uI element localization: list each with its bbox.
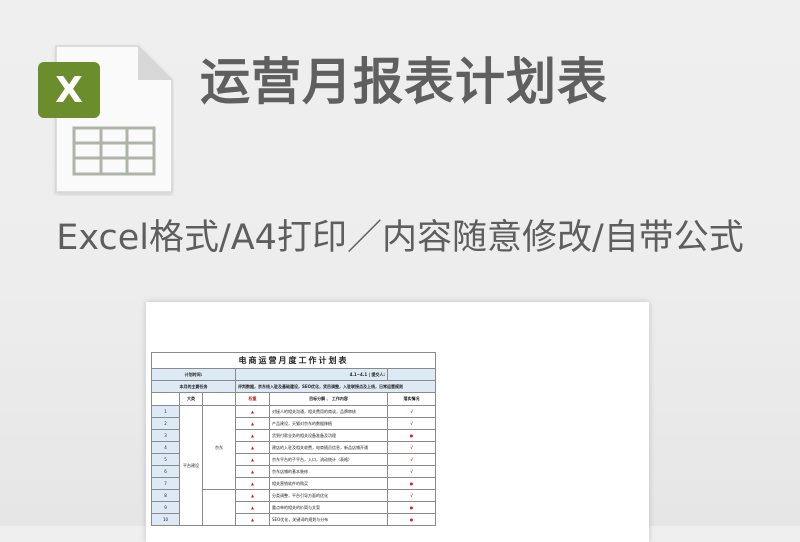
row-content: 建店的入驻及相关收费，电商随员信息，新品店铺开通 [269, 441, 388, 454]
header-goal: 目标分解 、 工作内容 [269, 392, 388, 406]
row-number: 10 [151, 513, 180, 526]
row-status: √ [386, 417, 437, 430]
row-content: 相关营销软件的购买 [269, 477, 388, 490]
excel-file-icon: X [38, 45, 173, 193]
main-task-label: 本月的主要任务 [151, 380, 236, 393]
priority-mark: ▲ [235, 465, 270, 478]
priority-mark: ▲ [235, 477, 270, 490]
subcategory-cell: 京东 [202, 405, 236, 490]
row-status: √ [386, 405, 437, 418]
row-status: ● [386, 429, 437, 442]
priority-mark: ▲ [235, 405, 270, 418]
header-status: 落实情况 [386, 392, 437, 406]
row-status: ● [386, 477, 437, 490]
row-number: 2 [151, 417, 180, 430]
row-content: 京东平台的子平台，入口，流动统计（表格） [269, 453, 388, 466]
priority-mark: ▲ [235, 489, 270, 502]
row-content: 货到付款业务的相关设备准备及功理 [269, 429, 388, 442]
priority-mark: ▲ [235, 453, 270, 466]
row-number: 3 [151, 429, 180, 442]
row-number: 4 [151, 441, 180, 454]
row-status: √ [386, 489, 437, 502]
row-number: 7 [151, 477, 180, 490]
row-status: ● [386, 513, 437, 526]
row-number: 8 [151, 489, 180, 502]
plan-time-label: 计划时间: [151, 368, 236, 381]
priority-mark: ▲ [235, 501, 270, 514]
row-status: √ [386, 441, 437, 454]
row-content: 分类调整，平台引导方面的优化 [269, 489, 388, 502]
row-number: 6 [151, 465, 180, 478]
category-cell: 平台建设 [179, 405, 203, 526]
spreadsheet-preview: 电商运营月度工作计划表 计划时间: 4.1~4.1 | 提交人: 本月的主要任务… [146, 302, 649, 542]
row-content: SEO优化，关键词的规划与分布 [269, 513, 388, 526]
header-priority: 权重 [235, 392, 270, 406]
row-content: 产品建设，天猫对京东的数据移植 [269, 417, 388, 430]
row-status: √ [386, 453, 437, 466]
main-task-value: 评判数据，京东线入驻及基础建设，SEO优化，货目调整，入驻联接点及上线，日常运营… [234, 380, 437, 393]
sheet-title: 电商运营月度工作计划表 [150, 352, 437, 369]
header-category: 大类 [179, 392, 203, 406]
page-title: 运营月报表计划表 [200, 53, 608, 111]
row-number: 1 [151, 405, 180, 418]
row-status: ● [386, 501, 437, 514]
row-number: 5 [151, 453, 180, 466]
page-subtitle: Excel格式/A4打印／内容随意修改/自带公式 [56, 218, 744, 258]
row-status: √ [386, 465, 437, 478]
row-number: 9 [151, 501, 180, 514]
table-row: 1 平台建设 京东 ▲ 对接人的相关沟通，相关费用的商谈，品牌审核 √ [151, 405, 437, 526]
row-content: 京东店铺的基本装修 [269, 465, 388, 478]
priority-mark: ▲ [235, 441, 270, 454]
row-content: 对接人的相关沟通，相关费用的商谈，品牌审核 [269, 405, 388, 418]
plan-time-value: 4.1~4.1 | 提交人: [235, 368, 388, 381]
priority-mark: ▲ [235, 513, 270, 526]
badge-letter: X [55, 70, 83, 111]
row-content: 重点单的相关的价简与文案 [269, 501, 388, 514]
plan-table: 电商运营月度工作计划表 计划时间: 4.1~4.1 | 提交人: 本月的主要任务… [150, 352, 437, 526]
priority-mark: ▲ [235, 417, 270, 430]
priority-mark: ▲ [235, 429, 270, 442]
